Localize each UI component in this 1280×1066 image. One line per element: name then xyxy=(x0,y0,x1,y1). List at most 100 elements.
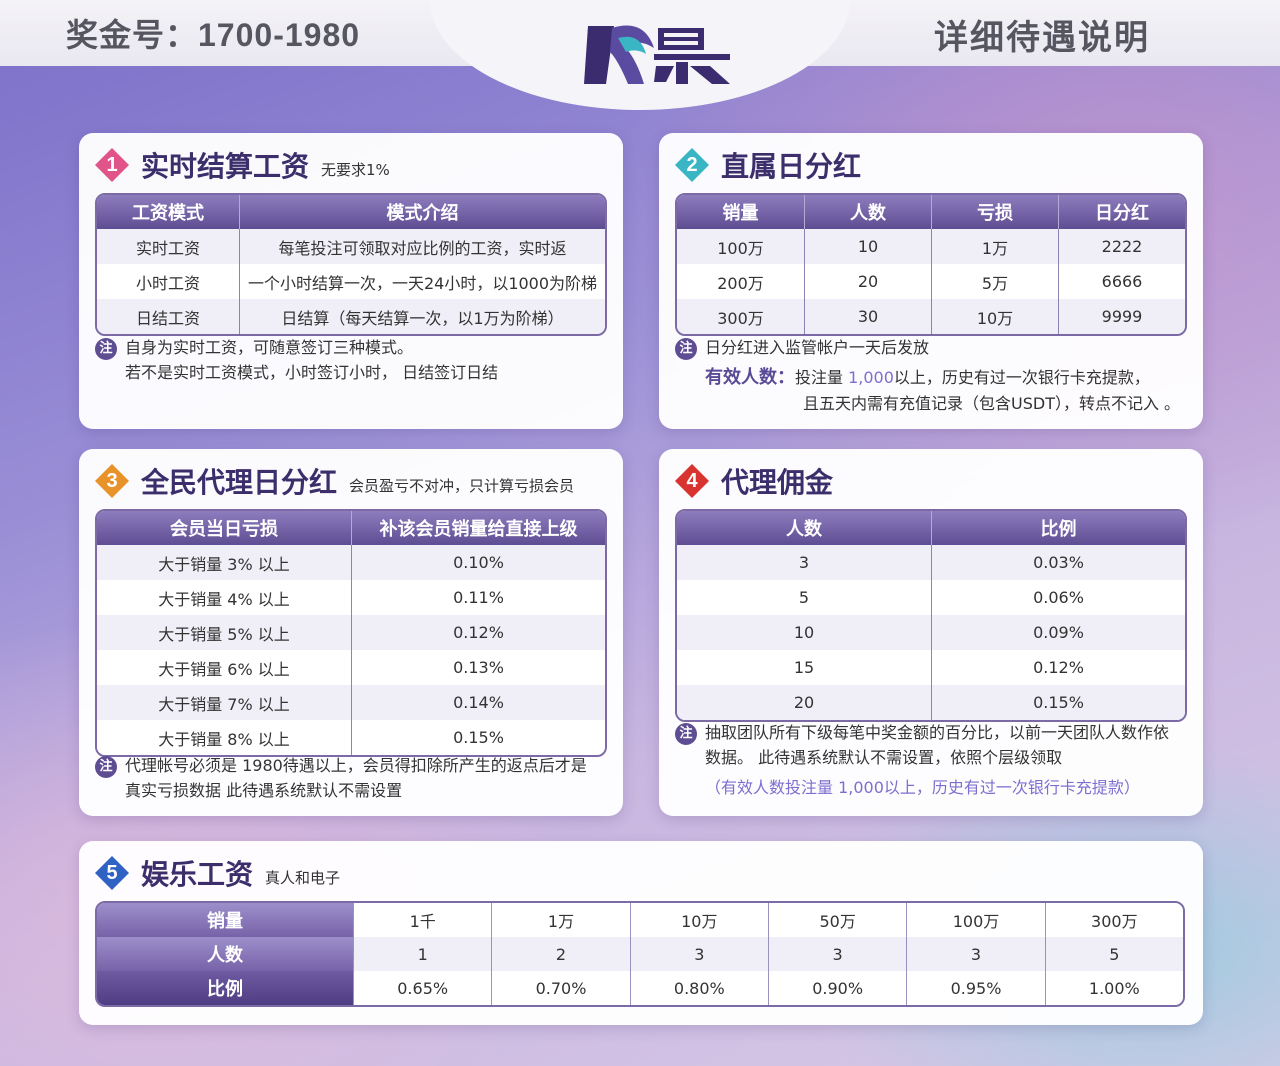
table-cell: 100万 xyxy=(677,229,804,264)
table-cell: 3 xyxy=(677,545,931,580)
column-header: 比例 xyxy=(931,511,1185,545)
bonus-number-label: 奖金号：1700-1980 xyxy=(66,17,361,53)
table-cell: 5万 xyxy=(931,264,1058,299)
table-cell: 1万 xyxy=(931,229,1058,264)
table-header-row: 人数 比例 xyxy=(677,511,1185,545)
table-cell: 3 xyxy=(906,937,1045,971)
column-header: 会员当日亏损 xyxy=(97,511,351,545)
entertainment-salary-table: 销量 1千 1万 10万 50万 100万 300万 人数 1 2 3 3 3 … xyxy=(95,901,1185,1007)
table-cell: 0.12% xyxy=(931,650,1185,685)
column-header: 人数 xyxy=(677,511,931,545)
card-title: 全民代理日分红 xyxy=(141,466,338,499)
row-header: 销量 xyxy=(97,903,353,937)
table-cell: 30 xyxy=(804,299,931,334)
table-cell: 实时工资 xyxy=(97,229,239,264)
agent-commission-heading: 4 代理佣金 xyxy=(675,463,833,499)
direct-dividend-heading: 2 直属日分红 xyxy=(675,147,861,183)
table-row: 销量 1千 1万 10万 50万 100万 300万 xyxy=(97,903,1183,937)
brand-logo-icon xyxy=(584,25,730,84)
table-cell: 3 xyxy=(629,937,768,971)
table-cell: 大于销量 3% 以上 xyxy=(97,545,351,580)
table-cell: 200万 xyxy=(677,264,804,299)
note-text: 自身为实时工资，可随意签订三种模式。 xyxy=(125,338,414,357)
table-row: 人数 1 2 3 3 3 5 xyxy=(97,937,1183,971)
table-cell: 2222 xyxy=(1058,229,1185,264)
column-header: 工资模式 xyxy=(97,195,239,229)
column-header: 亏损 xyxy=(931,195,1058,229)
table-cell: 20 xyxy=(804,264,931,299)
table-cell: 日结工资 xyxy=(97,299,239,334)
table-cell: 大于销量 6% 以上 xyxy=(97,650,351,685)
table-row: 200万 20 5万 6666 xyxy=(677,264,1185,299)
table-header-row: 销量 人数 亏损 日分红 xyxy=(677,195,1185,229)
valid-members-note: （有效人数投注量 1,000以上，历史有过一次银行卡充提款） xyxy=(705,778,1140,797)
table-cell: 1千 xyxy=(353,903,492,937)
card-subtitle: 无要求1% xyxy=(321,160,390,179)
card-subtitle: 真人和电子 xyxy=(265,868,341,887)
table-cell: 0.70% xyxy=(491,971,630,1005)
realtime-salary-card: 1 实时结算工资 无要求1% 工资模式 模式介绍 实时工资 每笔投注可领取对应比… xyxy=(79,133,623,429)
note-icon: 注 xyxy=(675,337,697,360)
valid-members-note: 有效人数：投注量 1,000以上，历史有过一次银行卡充提款， xyxy=(705,365,1150,390)
table-cell: 10万 xyxy=(931,299,1058,334)
note-icon: 注 xyxy=(95,755,117,778)
table-cell: 0.03% xyxy=(931,545,1185,580)
agent-dividend-card: 3 全民代理日分红 会员盈亏不对冲，只计算亏损会员 会员当日亏损 补该会员销量给… xyxy=(79,449,623,816)
note-text: 抽取团队所有下级每笔中奖金额的百分比，以前一天团队人数作依 xyxy=(705,723,1170,742)
table-cell: 0.14% xyxy=(351,685,605,720)
table-cell: 0.95% xyxy=(906,971,1045,1005)
table-cell: 大于销量 4% 以上 xyxy=(97,580,351,615)
table-cell: 9999 xyxy=(1058,299,1185,334)
table-row: 大于销量 6% 以上 0.13% xyxy=(97,650,605,685)
card-title: 直属日分红 xyxy=(721,150,862,183)
table-row: 10 0.09% xyxy=(677,615,1185,650)
table-row: 3 0.03% xyxy=(677,545,1185,580)
table-cell: 0.13% xyxy=(351,650,605,685)
table-row: 20 0.15% xyxy=(677,685,1185,720)
note-block: 注自身为实时工资，可随意签订三种模式。 若不是实时工资模式，小时签订小时， 日结… xyxy=(95,335,498,385)
table-cell: 6666 xyxy=(1058,264,1185,299)
agent-dividend-table: 会员当日亏损 补该会员销量给直接上级 大于销量 3% 以上 0.10% 大于销量 … xyxy=(95,509,607,757)
table-cell: 0.11% xyxy=(351,580,605,615)
table-cell: 10 xyxy=(677,615,931,650)
table-cell: 2 xyxy=(491,937,630,971)
table-cell: 15 xyxy=(677,650,931,685)
table-cell: 小时工资 xyxy=(97,264,239,299)
note-icon: 注 xyxy=(675,722,697,745)
note-text: 日分红进入监管帐户一天后发放 xyxy=(705,338,930,357)
card-title: 代理佣金 xyxy=(721,466,834,499)
table-cell: 1.00% xyxy=(1044,971,1183,1005)
note-text: 真实亏损数据 此待遇系统默认不需设置 xyxy=(125,781,403,800)
table-cell: 0.06% xyxy=(931,580,1185,615)
note-icon: 注 xyxy=(95,337,117,360)
column-header: 销量 xyxy=(677,195,804,229)
column-header: 补该会员销量给直接上级 xyxy=(351,511,605,545)
note-text: 以上，历史有过一次银行卡充提款， xyxy=(893,368,1150,387)
note-block: 注抽取团队所有下级每笔中奖金额的百分比，以前一天团队人数作依 数据。 此待遇系统… xyxy=(675,720,1169,770)
column-header: 人数 xyxy=(804,195,931,229)
table-cell: 1 xyxy=(353,937,492,971)
table-cell: 0.15% xyxy=(931,685,1185,720)
card-title: 娱乐工资 xyxy=(141,858,254,891)
table-cell: 5 xyxy=(1044,937,1183,971)
detail-title: 详细待遇说明 xyxy=(934,18,1150,58)
table-row: 大于销量 4% 以上 0.11% xyxy=(97,580,605,615)
note-text: 投注量 xyxy=(795,368,849,387)
column-header: 日分红 xyxy=(1058,195,1185,229)
table-row: 比例 0.65% 0.70% 0.80% 0.90% 0.95% 1.00% xyxy=(97,971,1183,1005)
salary-mode-table: 工资模式 模式介绍 实时工资 每笔投注可领取对应比例的工资，实时返 小时工资 一… xyxy=(95,193,607,336)
table-row: 大于销量 3% 以上 0.10% xyxy=(97,545,605,580)
card-title: 实时结算工资 xyxy=(141,150,310,183)
table-cell: 10万 xyxy=(629,903,768,937)
table-row: 5 0.06% xyxy=(677,580,1185,615)
table-cell: 300万 xyxy=(677,299,804,334)
agent-dividend-heading: 3 全民代理日分红 会员盈亏不对冲，只计算亏损会员 xyxy=(95,463,574,499)
card-subtitle: 会员盈亏不对冲，只计算亏损会员 xyxy=(349,476,575,495)
row-header: 比例 xyxy=(97,971,353,1005)
table-cell: 大于销量 8% 以上 xyxy=(97,720,351,755)
table-cell: 大于销量 7% 以上 xyxy=(97,685,351,720)
table-cell: 100万 xyxy=(906,903,1045,937)
table-row: 大于销量 5% 以上 0.12% xyxy=(97,615,605,650)
column-header: 模式介绍 xyxy=(239,195,605,229)
table-cell: 1万 xyxy=(491,903,630,937)
